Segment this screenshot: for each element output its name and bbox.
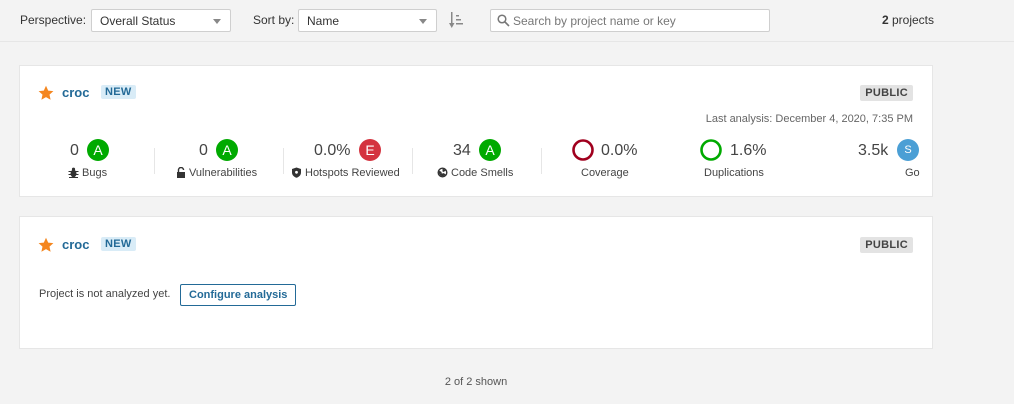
bugs-rating: A — [87, 139, 109, 161]
code-smells-label-text: Code Smells — [451, 167, 514, 179]
new-badge: NEW — [101, 237, 136, 251]
coverage-donut — [572, 139, 594, 161]
hotspots-value: 0.0% — [314, 142, 351, 159]
project-name-link[interactable]: croc — [62, 237, 89, 252]
sort-direction-icon[interactable] — [449, 11, 465, 29]
code-smells-label: Code Smells — [437, 167, 513, 179]
divider — [412, 148, 413, 174]
code-smells-rating: A — [479, 139, 501, 161]
size-value: 3.5k — [858, 142, 889, 159]
radiation-icon — [437, 167, 448, 178]
new-badge: NEW — [101, 85, 136, 99]
hotspots-rating: E — [359, 139, 381, 161]
divider — [154, 148, 155, 174]
chevron-down-icon — [213, 19, 221, 24]
duplications-label: Duplications — [704, 167, 764, 179]
search-box[interactable] — [490, 9, 770, 32]
project-count: 2 projects — [882, 13, 934, 27]
visibility-badge: PUBLIC — [860, 237, 913, 253]
bugs-label: Bugs — [68, 167, 107, 179]
size-label: Go — [905, 167, 920, 179]
search-icon — [497, 14, 510, 27]
bug-icon — [68, 167, 79, 178]
duplications-donut — [700, 139, 722, 161]
vulnerabilities-value: 0 — [199, 142, 208, 159]
sortby-select[interactable]: Name — [298, 9, 437, 32]
bugs-label-text: Bugs — [82, 167, 108, 179]
hotspots-label: Hotspots Reviewed — [291, 167, 400, 179]
project-count-suffix: projects — [888, 13, 934, 27]
project-name-link[interactable]: croc — [62, 85, 89, 100]
perspective-select[interactable]: Overall Status — [91, 9, 231, 32]
project-card: croc NEW PUBLIC Last analysis: December … — [19, 65, 933, 197]
lock-icon — [177, 166, 185, 178]
star-icon[interactable] — [38, 85, 54, 101]
duplications-value: 1.6% — [730, 142, 767, 159]
configure-analysis-button[interactable]: Configure analysis — [180, 284, 297, 306]
sortby-label: Sort by: — [253, 13, 295, 27]
divider — [541, 148, 542, 174]
divider — [283, 148, 284, 174]
hotspots-label-text: Hotspots Reviewed — [305, 167, 400, 179]
code-smells-value: 34 — [453, 142, 471, 159]
chevron-down-icon — [419, 19, 427, 24]
star-icon[interactable] — [38, 237, 54, 253]
sortby-value: Name — [307, 14, 340, 28]
vulnerabilities-label-text: Vulnerabilities — [189, 167, 258, 179]
shield-icon — [292, 167, 301, 178]
bugs-value: 0 — [70, 142, 79, 159]
perspective-label: Perspective: — [20, 13, 87, 27]
toolbar: Perspective: Overall Status Sort by: Nam… — [0, 0, 1014, 42]
vulnerabilities-rating: A — [216, 139, 238, 161]
vulnerabilities-label: Vulnerabilities — [176, 166, 258, 179]
search-input[interactable] — [513, 12, 763, 29]
coverage-label: Coverage — [581, 167, 629, 179]
size-rating: S — [897, 139, 919, 161]
shown-count: 2 of 2 shown — [444, 376, 508, 388]
not-analyzed-message: Project is not analyzed yet. — [39, 288, 171, 300]
perspective-value: Overall Status — [100, 14, 176, 28]
project-count-value: 2 — [881, 13, 889, 27]
visibility-badge: PUBLIC — [860, 85, 913, 101]
project-card: croc NEW PUBLIC Project is not analyzed … — [19, 216, 933, 349]
coverage-value: 0.0% — [601, 142, 638, 159]
last-analysis-date: Last analysis: December 4, 2020, 7:35 PM — [705, 113, 913, 125]
